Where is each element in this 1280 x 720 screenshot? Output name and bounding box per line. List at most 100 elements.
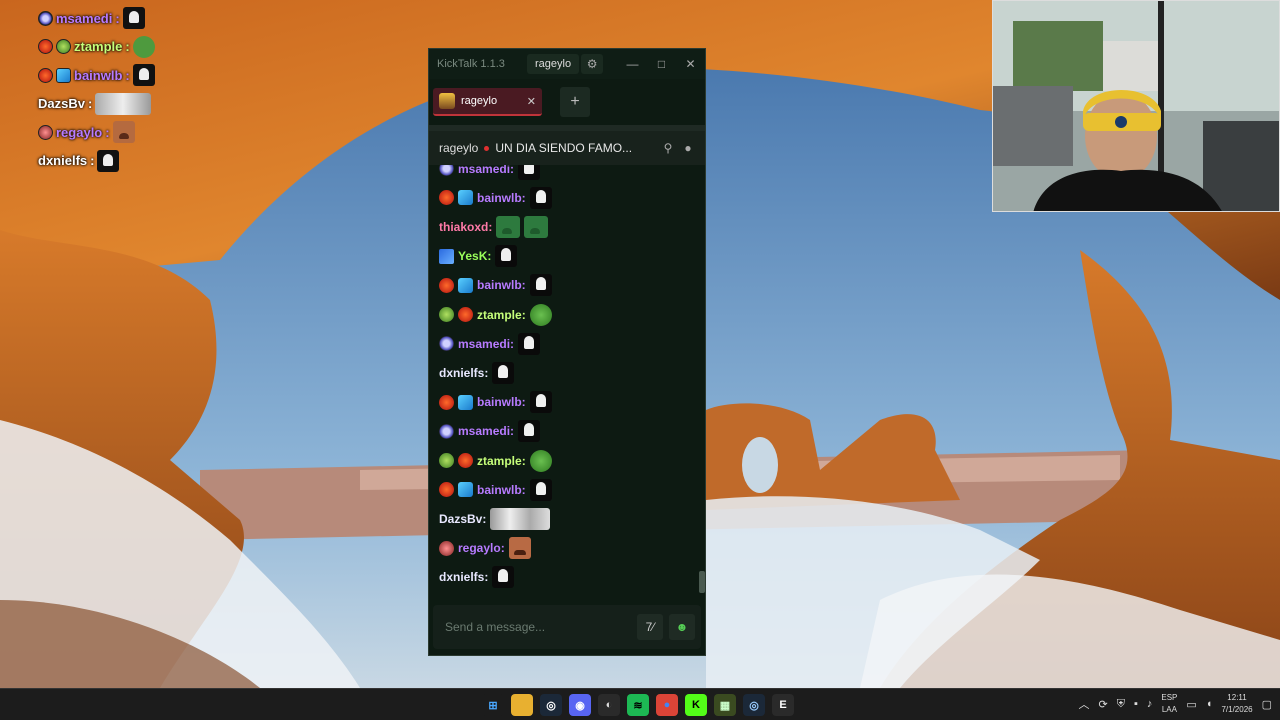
- volume-icon[interactable]: ◖: [1206, 698, 1213, 710]
- nvidia-icon[interactable]: ▪: [1134, 698, 1138, 710]
- chat-username[interactable]: msamedi: [458, 165, 510, 176]
- chat-username[interactable]: bainwlb: [477, 395, 522, 409]
- separator: :: [484, 365, 489, 380]
- emote-picker-icon[interactable]: ☻: [669, 614, 695, 640]
- kicktalk-icon[interactable]: ▦: [714, 694, 736, 716]
- badge-icon: [458, 190, 473, 206]
- chat-message[interactable]: msamedi:: [439, 329, 541, 358]
- emote-icon[interactable]: [529, 449, 552, 472]
- title-bar[interactable]: KickTalk 1.1.3 rageylo ⚙ — □ ✕: [429, 49, 705, 79]
- scrollbar-thumb[interactable]: [699, 571, 705, 593]
- notification-icon[interactable]: ▢: [1262, 698, 1272, 711]
- language-indicator[interactable]: ESP LAA: [1161, 692, 1177, 716]
- maximize-button[interactable]: □: [647, 57, 676, 71]
- chat-message[interactable]: YesK:: [439, 242, 518, 271]
- system-tray: ︿ ⟳ ⛨ ▪ ♪ ESP LAA ▭ ◖ 12:11 7/1/2026 ▢: [1079, 692, 1273, 716]
- taskbar-apps: ⊞ ◎ ◉ ◐ ≋ ● K ▦ ◎ E: [482, 694, 794, 716]
- close-window-button[interactable]: ✕: [676, 57, 705, 71]
- file-explorer-icon[interactable]: [511, 694, 533, 716]
- kick-icon[interactable]: K: [685, 694, 707, 716]
- close-tab-icon[interactable]: ✕: [527, 95, 536, 108]
- chat-message[interactable]: DazsBv:: [439, 504, 551, 533]
- emote-icon[interactable]: [529, 274, 552, 297]
- badge-icon: [439, 336, 454, 352]
- emote-icon[interactable]: [495, 245, 518, 268]
- chat-message[interactable]: regaylo:: [439, 534, 531, 563]
- emote-icon[interactable]: [492, 361, 515, 384]
- user-icon[interactable]: ●: [681, 141, 695, 155]
- keyboard-layout: LAA: [1161, 705, 1177, 714]
- chat-message[interactable]: bainwlb:: [439, 271, 552, 300]
- steam-icon[interactable]: ◎: [540, 694, 562, 716]
- emote-icon[interactable]: [492, 566, 515, 589]
- stream-title: UN DIA SIENDO FAMO...: [495, 141, 633, 155]
- clock-date: 7/1/2026: [1221, 705, 1253, 714]
- windows-start-icon[interactable]: ⊞: [482, 694, 504, 716]
- chat-username[interactable]: dxnielfs: [439, 570, 484, 584]
- chat-message[interactable]: ztample:: [439, 300, 552, 329]
- emote-icon[interactable]: [518, 165, 541, 180]
- clock[interactable]: 12:11 7/1/2026: [1221, 692, 1252, 716]
- emote-icon[interactable]: [508, 537, 531, 560]
- emote-icon[interactable]: [529, 391, 552, 414]
- emote-icon[interactable]: [518, 332, 541, 355]
- emote-icon[interactable]: [490, 507, 551, 530]
- chat-username[interactable]: msamedi: [458, 424, 510, 438]
- separator: :: [90, 153, 95, 169]
- chat-username[interactable]: dxnielfs: [439, 366, 484, 380]
- message-input[interactable]: [445, 620, 631, 634]
- chrome-icon[interactable]: ●: [656, 694, 678, 716]
- separator: :: [125, 67, 130, 83]
- avatar: [439, 93, 455, 109]
- tab-rageylo[interactable]: rageylo ✕: [433, 88, 542, 116]
- emote-icon[interactable]: [518, 420, 541, 443]
- chat-username[interactable]: DazsBv: [439, 512, 482, 526]
- chat-username[interactable]: msamedi: [458, 337, 510, 351]
- separator: :: [487, 249, 492, 264]
- emote-icon[interactable]: [529, 303, 552, 326]
- chat-message[interactable]: msamedi:: [439, 417, 541, 446]
- chat-messages[interactable]: msamedi: bainwlb: thiakoxd: YesK: bainwlb: zt…: [429, 165, 705, 597]
- chat-message[interactable]: dxnielfs:: [439, 563, 515, 592]
- gear-icon[interactable]: ⚙: [581, 54, 604, 74]
- chat-message[interactable]: bainwlb:: [439, 183, 552, 212]
- shield-icon[interactable]: ⛨: [1117, 698, 1125, 711]
- chat-username[interactable]: bainwlb: [477, 483, 522, 497]
- 7tv-emote-icon[interactable]: 7⁄: [637, 614, 663, 640]
- add-tab-button[interactable]: +: [560, 87, 590, 117]
- epic-games-icon[interactable]: E: [772, 694, 794, 716]
- chat-username[interactable]: regaylo: [458, 541, 501, 555]
- minimize-button[interactable]: —: [618, 57, 647, 71]
- chat-username[interactable]: ztample: [477, 308, 522, 322]
- chevron-up-icon[interactable]: ︿: [1079, 696, 1090, 712]
- chat-tabs: rageylo ✕ +: [429, 79, 705, 131]
- emote-icon[interactable]: [529, 478, 552, 501]
- chat-message[interactable]: thiakoxd:: [439, 212, 549, 241]
- chat-message[interactable]: msamedi:: [439, 165, 541, 183]
- emote-icon: [97, 149, 120, 172]
- discord-icon[interactable]: ◉: [569, 694, 591, 716]
- kicktalk-window: KickTalk 1.1.3 rageylo ⚙ — □ ✕ rageylo ✕…: [428, 48, 706, 656]
- chat-message[interactable]: dxnielfs:: [439, 358, 515, 387]
- obs-icon[interactable]: ◐: [598, 694, 620, 716]
- chat-username[interactable]: bainwlb: [477, 278, 522, 292]
- network-icon[interactable]: ▭: [1186, 698, 1196, 711]
- chat-username[interactable]: thiakoxd: [439, 220, 488, 234]
- emote-icon: [132, 35, 155, 58]
- steam-app-icon[interactable]: ◎: [743, 694, 765, 716]
- spotify-icon[interactable]: ≋: [627, 694, 649, 716]
- emote-icon[interactable]: [529, 186, 552, 209]
- badge-icon: [439, 423, 454, 439]
- chat-username[interactable]: YesK: [458, 249, 487, 263]
- emote-icon[interactable]: [524, 215, 549, 238]
- user-chip[interactable]: rageylo: [527, 54, 580, 74]
- emote-icon[interactable]: [496, 215, 521, 238]
- sync-icon[interactable]: ⟳: [1099, 698, 1108, 711]
- pin-icon[interactable]: ⚲: [661, 141, 675, 155]
- chat-message[interactable]: bainwlb:: [439, 388, 552, 417]
- chat-username[interactable]: bainwlb: [477, 191, 522, 205]
- chat-message[interactable]: bainwlb:: [439, 475, 552, 504]
- microphone-icon[interactable]: ♪: [1147, 698, 1153, 710]
- chat-username[interactable]: ztample: [477, 454, 522, 468]
- chat-message[interactable]: ztample:: [439, 446, 552, 475]
